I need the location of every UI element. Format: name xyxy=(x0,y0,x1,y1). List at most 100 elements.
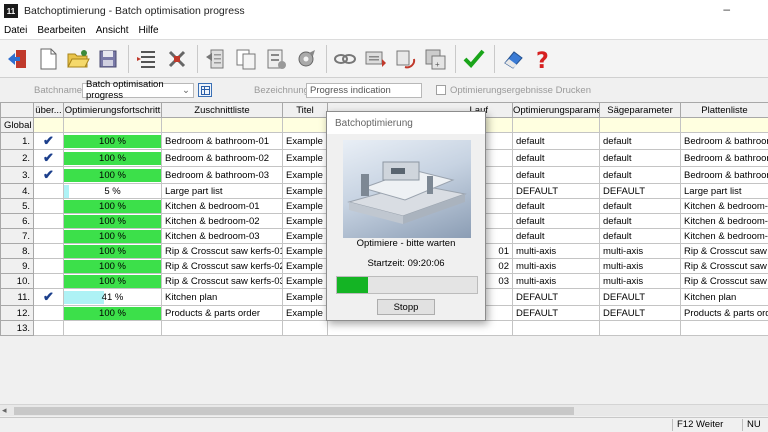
table-row[interactable]: 13. xyxy=(0,320,768,336)
progress-cell[interactable]: 100 % xyxy=(63,243,162,259)
status-check-cell[interactable] xyxy=(33,213,64,229)
sawparams-cell[interactable]: DEFAULT xyxy=(599,183,681,199)
status-check-cell[interactable] xyxy=(33,243,64,259)
progress-cell[interactable]: 100 % xyxy=(63,198,162,214)
menu-hilfe[interactable]: Hilfe xyxy=(139,25,159,36)
status-check-cell[interactable] xyxy=(33,198,64,214)
progress-cell[interactable]: 100 % xyxy=(63,258,162,274)
title-cell[interactable]: Example Pi xyxy=(282,243,328,259)
import-icon[interactable] xyxy=(202,44,230,74)
cell[interactable] xyxy=(512,117,600,133)
cutlist-cell[interactable]: Large part list xyxy=(161,183,283,199)
optparams-cell[interactable]: DEFAULT xyxy=(512,305,600,321)
cutlist-cell[interactable]: Kitchen & bedroom-03 xyxy=(161,228,283,244)
exit-icon[interactable] xyxy=(4,44,32,74)
title-cell[interactable]: Example Pi xyxy=(282,198,328,214)
sawparams-cell[interactable]: default xyxy=(599,198,681,214)
batchname-select[interactable]: Batch optimisation progress ⌄ xyxy=(82,79,194,101)
optparams-cell[interactable]: default xyxy=(512,213,600,229)
tool-icon[interactable] xyxy=(292,44,320,74)
boardlist-cell[interactable]: Kitchen & bedroom-03 xyxy=(680,228,768,244)
bezeichnung-input[interactable]: Progress indication xyxy=(306,82,422,98)
sawparams-cell[interactable]: multi-axis xyxy=(599,258,681,274)
col-header-boardlist[interactable]: Plattenliste xyxy=(680,102,768,118)
optparams-cell[interactable]: DEFAULT xyxy=(512,183,600,199)
progress-cell[interactable]: 100 % xyxy=(63,132,162,150)
sawparams-cell[interactable]: default xyxy=(599,166,681,184)
minimize-button[interactable]: – xyxy=(723,2,730,16)
title-cell[interactable]: Example Pi xyxy=(282,273,328,289)
progress-cell[interactable]: 100 % xyxy=(63,166,162,184)
rotate-icon[interactable] xyxy=(391,44,419,74)
new-document-icon[interactable] xyxy=(34,44,62,74)
col-header-optparams[interactable]: Optimierungsparameter xyxy=(512,102,600,118)
title-cell[interactable]: Example Pi xyxy=(282,149,328,167)
cell[interactable] xyxy=(282,117,328,133)
sawparams-cell[interactable]: default xyxy=(599,228,681,244)
print-results-checkbox[interactable] xyxy=(436,85,446,95)
progress-cell[interactable]: 100 % xyxy=(63,213,162,229)
progress-cell[interactable] xyxy=(63,320,162,336)
boardlist-cell[interactable]: Kitchen & bedroom-02 xyxy=(680,213,768,229)
progress-cell[interactable]: 100 % xyxy=(63,273,162,289)
status-check-cell[interactable] xyxy=(33,183,64,199)
boardlist-cell[interactable]: Bedroom & bathroom-03 xyxy=(680,166,768,184)
sawparams-cell[interactable] xyxy=(599,320,681,336)
cell[interactable] xyxy=(680,117,768,133)
title-cell[interactable]: Example of xyxy=(282,183,328,199)
boardlist-cell[interactable]: Kitchen plan xyxy=(680,288,768,306)
status-check-cell[interactable]: ✔ xyxy=(33,149,64,167)
optparams-cell[interactable]: default xyxy=(512,166,600,184)
edit-list-icon[interactable] xyxy=(133,44,161,74)
batch-picker-button[interactable] xyxy=(198,83,212,97)
progress-cell[interactable]: 100 % xyxy=(63,305,162,321)
status-check-cell[interactable]: ✔ xyxy=(33,166,64,184)
progress-cell[interactable]: 100 % xyxy=(63,149,162,167)
pages-icon[interactable] xyxy=(232,44,260,74)
sawparams-cell[interactable]: DEFAULT xyxy=(599,288,681,306)
cutlist-cell[interactable]: Rip & Crosscut saw kerfs-01 xyxy=(161,243,283,259)
eraser-icon[interactable] xyxy=(499,44,527,74)
title-cell[interactable] xyxy=(282,320,328,336)
sawparams-cell[interactable]: multi-axis xyxy=(599,273,681,289)
status-check-cell[interactable] xyxy=(33,273,64,289)
page-settings-icon[interactable] xyxy=(262,44,290,74)
boardlist-cell[interactable]: Rip & Crosscut saw kerfs xyxy=(680,258,768,274)
title-cell[interactable]: Example Pi xyxy=(282,132,328,150)
boardlist-cell[interactable]: Rip & Crosscut saw kerfs xyxy=(680,273,768,289)
col-header-cutlist[interactable]: Zuschnittliste xyxy=(161,102,283,118)
boardlist-cell[interactable]: Rip & Crosscut saw kerfs xyxy=(680,243,768,259)
optparams-cell[interactable]: default xyxy=(512,228,600,244)
col-header-rownum[interactable] xyxy=(0,102,34,118)
optparams-cell[interactable]: default xyxy=(512,132,600,150)
cutlist-cell[interactable]: Rip & Crosscut saw kerfs-03 xyxy=(161,273,283,289)
title-cell[interactable]: Example Pi xyxy=(282,258,328,274)
boardlist-cell[interactable]: Kitchen & bedroom-01 xyxy=(680,198,768,214)
title-cell[interactable]: Example Pi xyxy=(282,228,328,244)
cutlist-cell[interactable]: Kitchen & bedroom-02 xyxy=(161,213,283,229)
status-check-cell[interactable] xyxy=(33,258,64,274)
title-cell[interactable]: Example Pi xyxy=(282,166,328,184)
optparams-cell[interactable]: multi-axis xyxy=(512,243,600,259)
progress-cell[interactable]: 100 % xyxy=(63,228,162,244)
sawparams-cell[interactable]: default xyxy=(599,132,681,150)
checkmark-icon[interactable] xyxy=(460,44,488,74)
col-header-sawparams[interactable]: Sägeparameter xyxy=(599,102,681,118)
save-icon[interactable] xyxy=(94,44,122,74)
sawparams-cell[interactable]: default xyxy=(599,213,681,229)
optparams-cell[interactable]: default xyxy=(512,149,600,167)
cutlist-cell[interactable]: Bedroom & bathroom-01 xyxy=(161,132,283,150)
optparams-cell[interactable]: default xyxy=(512,198,600,214)
col-header-title[interactable]: Titel xyxy=(282,102,328,118)
cell[interactable] xyxy=(63,117,162,133)
cutlist-cell[interactable]: Kitchen plan xyxy=(161,288,283,306)
help-icon[interactable]: ? xyxy=(529,44,557,74)
cell[interactable] xyxy=(161,117,283,133)
boardlist-cell[interactable]: Products & parts order xyxy=(680,305,768,321)
optparams-cell[interactable]: multi-axis xyxy=(512,273,600,289)
horizontal-scrollbar[interactable]: ◂ xyxy=(0,404,768,416)
menu-datei[interactable]: Datei xyxy=(4,25,27,36)
menu-ansicht[interactable]: Ansicht xyxy=(96,25,129,36)
status-check-cell[interactable] xyxy=(33,228,64,244)
optparams-cell[interactable] xyxy=(512,320,600,336)
